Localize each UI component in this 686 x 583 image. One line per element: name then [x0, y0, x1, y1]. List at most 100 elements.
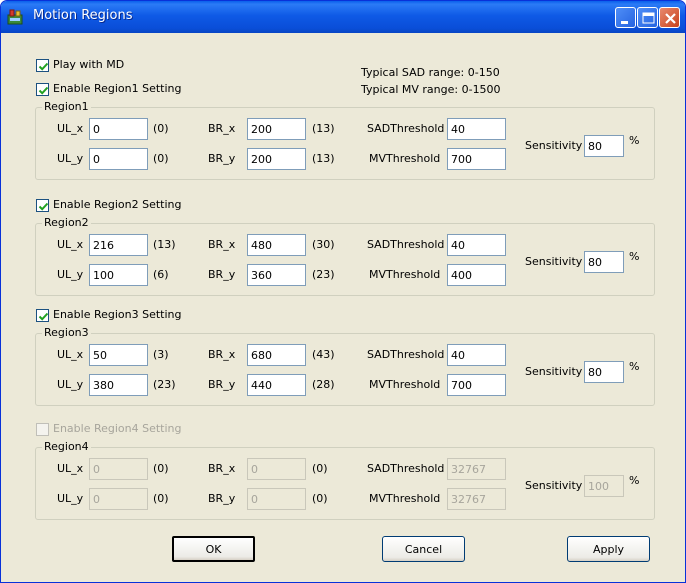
region4-ul-y-input[interactable]: [89, 488, 148, 510]
percent-label: %: [629, 360, 640, 373]
region3-legend: Region3: [42, 326, 91, 339]
region2-ul-x-block: (13): [153, 238, 176, 251]
region4-br-y-input[interactable]: [247, 488, 306, 510]
mv-threshold-label: MVThreshold: [369, 492, 441, 505]
checkbox-box[interactable]: [36, 83, 49, 96]
ul-y-label: UL_y: [57, 378, 84, 391]
checkmark-icon: [38, 86, 49, 95]
region4-sensitivity-input[interactable]: [584, 475, 624, 497]
region2-sad-threshold-input[interactable]: [447, 234, 506, 256]
title-bar[interactable]: Motion Regions: [1, 1, 685, 33]
region1-mv-threshold-input[interactable]: [447, 148, 506, 170]
ul-x-label: UL_x: [57, 348, 84, 361]
sad-threshold-label: SADThreshold: [367, 462, 445, 475]
region3-sensitivity-input[interactable]: [584, 361, 624, 383]
close-button[interactable]: [659, 7, 680, 28]
region1-group: Region1 UL_x (0) BR_x (13) SADThreshold …: [35, 100, 655, 180]
sad-range-info: Typical SAD range: 0-150: [361, 66, 500, 79]
sad-threshold-label: SADThreshold: [367, 348, 445, 361]
br-x-label: BR_x: [208, 238, 236, 251]
region2-br-y-input[interactable]: [247, 264, 306, 286]
window-title: Motion Regions: [33, 8, 133, 23]
region3-ul-x-input[interactable]: [89, 344, 148, 366]
region4-group: Region4 UL_x (0) BR_x (0) SADThreshold U…: [35, 440, 655, 520]
sensitivity-label: Sensitivity: [525, 139, 583, 152]
region2-sensitivity-input[interactable]: [584, 251, 624, 273]
checkbox-box[interactable]: [36, 309, 49, 322]
enable-region3-label: Enable Region3 Setting: [53, 308, 182, 321]
checkmark-icon: [38, 202, 49, 211]
checkbox-box[interactable]: [36, 199, 49, 212]
ul-y-label: UL_y: [57, 268, 84, 281]
br-x-label: BR_x: [208, 122, 236, 135]
region3-ul-y-block: (23): [153, 378, 176, 391]
region4-br-y-block: (0): [312, 492, 328, 505]
region1-sad-threshold-input[interactable]: [447, 118, 506, 140]
minimize-icon: [621, 21, 628, 24]
region1-br-y-block: (13): [312, 152, 335, 165]
checkbox-box[interactable]: [36, 423, 49, 436]
region3-br-x-input[interactable]: [247, 344, 306, 366]
apply-button[interactable]: Apply: [567, 536, 650, 562]
region2-br-x-block: (30): [312, 238, 335, 251]
sensitivity-label: Sensitivity: [525, 365, 583, 378]
percent-label: %: [629, 250, 640, 263]
region1-legend: Region1: [42, 100, 91, 113]
ul-x-label: UL_x: [57, 122, 84, 135]
play-with-md-label: Play with MD: [53, 58, 125, 71]
br-x-label: BR_x: [208, 348, 236, 361]
region2-br-x-input[interactable]: [247, 234, 306, 256]
checkmark-icon: [38, 62, 49, 71]
region2-group: Region2 UL_x (13) BR_x (30) SADThreshold…: [35, 216, 655, 296]
region1-br-x-input[interactable]: [247, 118, 306, 140]
sad-threshold-label: SADThreshold: [367, 122, 445, 135]
region1-ul-y-input[interactable]: [89, 148, 148, 170]
region4-sad-threshold-input[interactable]: [447, 458, 506, 480]
region1-sensitivity-input[interactable]: [584, 135, 624, 157]
region4-br-x-block: (0): [312, 462, 328, 475]
ok-button[interactable]: OK: [172, 536, 255, 562]
ul-y-label: UL_y: [57, 492, 84, 505]
region2-ul-x-input[interactable]: [89, 234, 148, 256]
mv-range-info: Typical MV range: 0-1500: [361, 83, 501, 96]
minimize-button[interactable]: [615, 7, 636, 28]
region4-br-x-input[interactable]: [247, 458, 306, 480]
percent-label: %: [629, 134, 640, 147]
region1-ul-x-input[interactable]: [89, 118, 148, 140]
maximize-button[interactable]: [637, 7, 658, 28]
checkbox-box[interactable]: [36, 59, 49, 72]
region4-mv-threshold-input[interactable]: [447, 488, 506, 510]
mv-threshold-label: MVThreshold: [369, 268, 441, 281]
dialog-body: Play with MD Typical SAD range: 0-150 Ty…: [1, 33, 685, 583]
br-y-label: BR_y: [208, 492, 236, 505]
region2-ul-y-input[interactable]: [89, 264, 148, 286]
percent-label: %: [629, 474, 640, 487]
close-icon: [665, 13, 676, 24]
sensitivity-label: Sensitivity: [525, 479, 583, 492]
region3-sad-threshold-input[interactable]: [447, 344, 506, 366]
region1-br-y-input[interactable]: [247, 148, 306, 170]
region1-br-x-block: (13): [312, 122, 335, 135]
region3-mv-threshold-input[interactable]: [447, 374, 506, 396]
br-y-label: BR_y: [208, 268, 236, 281]
region4-ul-x-input[interactable]: [89, 458, 148, 480]
mv-threshold-label: MVThreshold: [369, 378, 441, 391]
checkmark-icon: [38, 312, 49, 321]
maximize-icon: [642, 12, 655, 24]
sad-threshold-label: SADThreshold: [367, 238, 445, 251]
sensitivity-label: Sensitivity: [525, 255, 583, 268]
ul-x-label: UL_x: [57, 462, 84, 475]
region3-br-y-input[interactable]: [247, 374, 306, 396]
cancel-button[interactable]: Cancel: [382, 536, 465, 562]
region3-ul-y-input[interactable]: [89, 374, 148, 396]
app-icon[interactable]: [7, 9, 23, 25]
region1-ul-x-block: (0): [153, 122, 169, 135]
enable-region1-label: Enable Region1 Setting: [53, 82, 182, 95]
region3-br-x-block: (43): [312, 348, 335, 361]
region4-legend: Region4: [42, 440, 91, 453]
enable-region4-label: Enable Region4 Setting: [53, 422, 182, 435]
motion-regions-dialog: Motion Regions Play with MD Typical SAD …: [0, 0, 686, 583]
region4-ul-y-block: (0): [153, 492, 169, 505]
region2-ul-y-block: (6): [153, 268, 169, 281]
region2-mv-threshold-input[interactable]: [447, 264, 506, 286]
